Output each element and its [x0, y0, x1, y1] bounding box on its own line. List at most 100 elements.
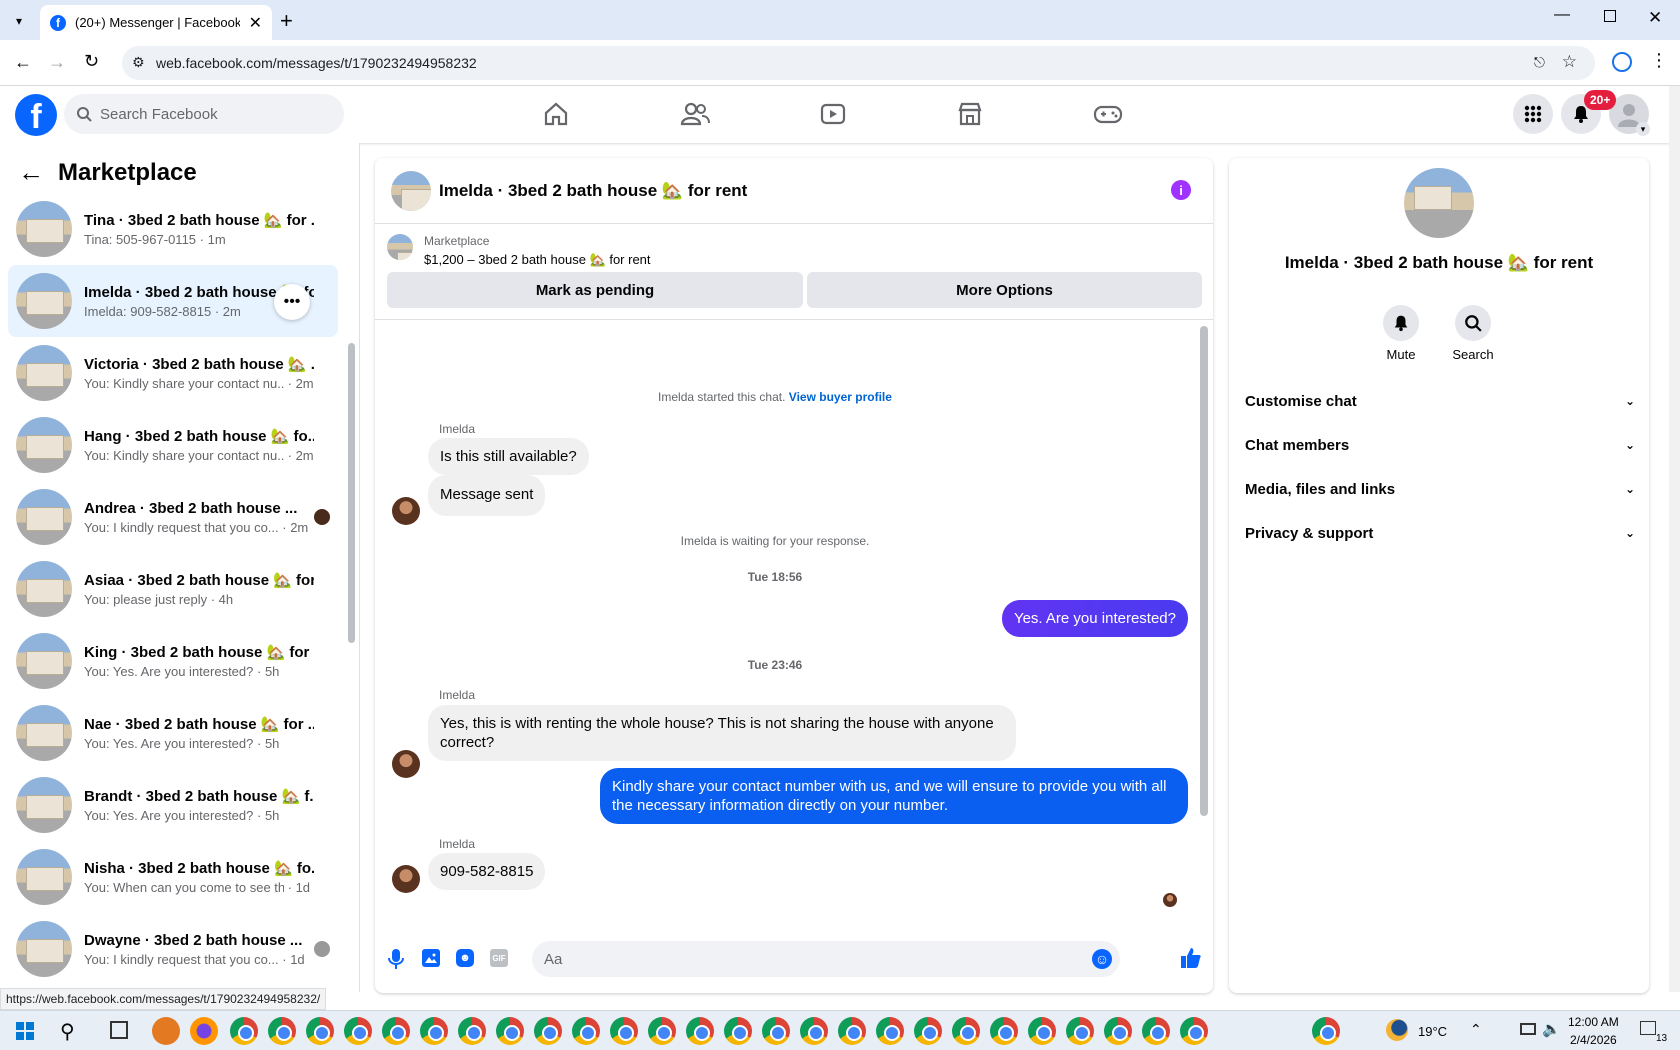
bookmark-star-icon[interactable]: ☆ [1562, 52, 1577, 72]
close-window-icon[interactable]: ✕ [1648, 8, 1662, 28]
incoming-message[interactable]: Message sent [428, 475, 546, 516]
back-arrow-icon[interactable]: ← [18, 157, 44, 188]
info-icon[interactable]: i [1171, 180, 1191, 200]
browser-tab[interactable]: f (20+) Messenger | Facebook ✕ [40, 5, 272, 40]
details-avatar[interactable] [1404, 168, 1474, 238]
clock-date[interactable]: 2/4/2026 [1570, 1033, 1617, 1047]
incoming-message[interactable]: Is this still available? [428, 438, 589, 475]
chrome-icon[interactable] [1028, 1017, 1056, 1045]
windows-start-icon[interactable] [16, 1022, 34, 1040]
facebook-logo[interactable]: f [15, 94, 57, 136]
privacy-support-section[interactable]: Privacy & support ⌄ [1245, 513, 1635, 553]
incoming-message[interactable]: 909-582-8815 [428, 853, 546, 890]
incoming-message[interactable]: Yes, this is with renting the whole hous… [428, 705, 1016, 761]
sender-avatar[interactable] [392, 865, 420, 893]
listing-price[interactable]: $1,200 – 3bed 2 bath house 🏡 for rent [424, 252, 651, 268]
maps-app-icon[interactable] [152, 1017, 180, 1045]
menu-grid-icon[interactable] [1513, 94, 1553, 134]
microphone-icon[interactable] [388, 948, 404, 970]
conversation-item[interactable]: Brandt · 3bed 2 bath house 🏡 f... You: Ye… [8, 769, 338, 841]
chat-members-section[interactable]: Chat members ⌄ [1245, 425, 1635, 465]
volume-icon[interactable]: 🔈 [1542, 1020, 1561, 1038]
sender-avatar[interactable] [392, 497, 420, 525]
chrome-icon[interactable] [1142, 1017, 1170, 1045]
photo-icon[interactable] [422, 949, 440, 967]
chrome-icon[interactable] [268, 1017, 296, 1045]
conversation-item[interactable]: Nae · 3bed 2 bath house 🏡 for ... You: Ye… [8, 697, 338, 769]
task-view-icon[interactable] [110, 1021, 128, 1039]
chrome-icon[interactable] [952, 1017, 980, 1045]
search-conversation-button[interactable]: Search [1443, 305, 1503, 362]
conversation-item[interactable]: Nisha · 3bed 2 bath house 🏡 fo... You: Wh… [8, 841, 338, 913]
chrome-icon[interactable] [838, 1017, 866, 1045]
address-bar[interactable]: ⚙ web.facebook.com/messages/t/1790232494… [122, 46, 1595, 80]
chrome-icon[interactable] [1180, 1017, 1208, 1045]
site-info-icon[interactable]: ⚙ [132, 54, 145, 71]
profile-icon[interactable] [1612, 52, 1632, 72]
reload-icon[interactable]: ↻ [84, 51, 99, 72]
chrome-icon[interactable] [648, 1017, 676, 1045]
tray-chevron-icon[interactable]: ⌃ [1470, 1021, 1482, 1038]
conversation-item[interactable]: Tina · 3bed 2 bath house 🏡 for ... Tina: … [8, 193, 338, 265]
chrome-icon[interactable] [534, 1017, 562, 1045]
chat-title[interactable]: Imelda · 3bed 2 bath house 🏡 for rent [439, 181, 747, 201]
chrome-icon[interactable] [762, 1017, 790, 1045]
install-app-icon[interactable]: ⎋ [1534, 54, 1545, 71]
chrome-icon[interactable] [458, 1017, 486, 1045]
weather-temp[interactable]: 19°C [1418, 1024, 1447, 1039]
chrome-icon[interactable] [1104, 1017, 1132, 1045]
customise-chat-section[interactable]: Customise chat ⌄ [1245, 381, 1635, 421]
chrome-icon[interactable] [572, 1017, 600, 1045]
firefox-icon[interactable] [190, 1017, 218, 1045]
tab-search-icon[interactable]: ▾ [8, 10, 30, 32]
chrome-icon[interactable] [382, 1017, 410, 1045]
network-icon[interactable] [1520, 1023, 1536, 1035]
listing-thumbnail[interactable] [387, 234, 413, 260]
chrome-icon[interactable] [230, 1017, 258, 1045]
conversation-item[interactable]: Asiaa · 3bed 2 bath house 🏡 for... You: p… [8, 553, 338, 625]
view-buyer-profile-link[interactable]: View buyer profile [789, 390, 892, 404]
outgoing-message[interactable]: Kindly share your contact number with us… [600, 768, 1188, 824]
new-tab-icon[interactable]: + [280, 8, 293, 34]
chrome-icon[interactable] [496, 1017, 524, 1045]
chat-avatar[interactable] [391, 170, 431, 211]
weather-icon[interactable] [1386, 1019, 1408, 1041]
conversation-item[interactable]: Hang · 3bed 2 bath house 🏡 fo... You: Kin… [8, 409, 338, 481]
conversation-item-active[interactable]: Imelda · 3bed 2 bath house 🏡 fo... Imelda… [8, 265, 338, 337]
chrome-icon[interactable] [876, 1017, 904, 1045]
close-tab-icon[interactable]: ✕ [249, 13, 262, 33]
chrome-icon[interactable] [724, 1017, 752, 1045]
restore-icon[interactable] [1604, 10, 1616, 22]
chrome-icon[interactable] [344, 1017, 372, 1045]
forward-icon[interactable]: → [48, 52, 66, 73]
chrome-icon[interactable] [914, 1017, 942, 1045]
chrome-icon-active[interactable] [1312, 1017, 1340, 1045]
conversation-item[interactable]: Victoria · 3bed 2 bath house 🏡 ... You: K… [8, 337, 338, 409]
browser-menu-icon[interactable]: ⋮ [1650, 50, 1668, 71]
conversation-item[interactable]: Andrea · 3bed 2 bath house ... You: I kin… [8, 481, 338, 553]
conversation-item[interactable]: Dwayne · 3bed 2 bath house ... You: I kin… [8, 913, 338, 985]
clock-time[interactable]: 12:00 AM [1568, 1015, 1619, 1029]
more-options-button[interactable]: More Options [807, 272, 1202, 308]
marketplace-icon[interactable] [950, 96, 990, 132]
chrome-icon[interactable] [800, 1017, 828, 1045]
chrome-icon[interactable] [610, 1017, 638, 1045]
outgoing-message[interactable]: Yes. Are you interested? [1001, 600, 1188, 637]
facebook-search-input[interactable]: Search Facebook [64, 94, 344, 134]
sticker-icon[interactable]: ☻ [456, 949, 474, 967]
message-input[interactable]: Aa ☺ [532, 941, 1120, 977]
video-icon[interactable] [813, 96, 853, 132]
notification-center-icon[interactable] [1640, 1021, 1656, 1035]
chrome-icon[interactable] [1066, 1017, 1094, 1045]
friends-icon[interactable] [675, 96, 715, 132]
chrome-icon[interactable] [686, 1017, 714, 1045]
sidebar-scrollbar[interactable] [348, 343, 355, 643]
media-files-links-section[interactable]: Media, files and links ⌄ [1245, 469, 1635, 509]
account-chevron-icon[interactable]: ▾ [1636, 122, 1650, 136]
gif-icon[interactable]: GIF [490, 949, 508, 967]
thumbs-up-icon[interactable] [1180, 947, 1202, 969]
mute-button[interactable]: Mute [1371, 305, 1431, 362]
taskbar-search-icon[interactable]: ⚲ [60, 1019, 75, 1044]
home-icon[interactable] [536, 96, 576, 132]
chrome-icon[interactable] [306, 1017, 334, 1045]
